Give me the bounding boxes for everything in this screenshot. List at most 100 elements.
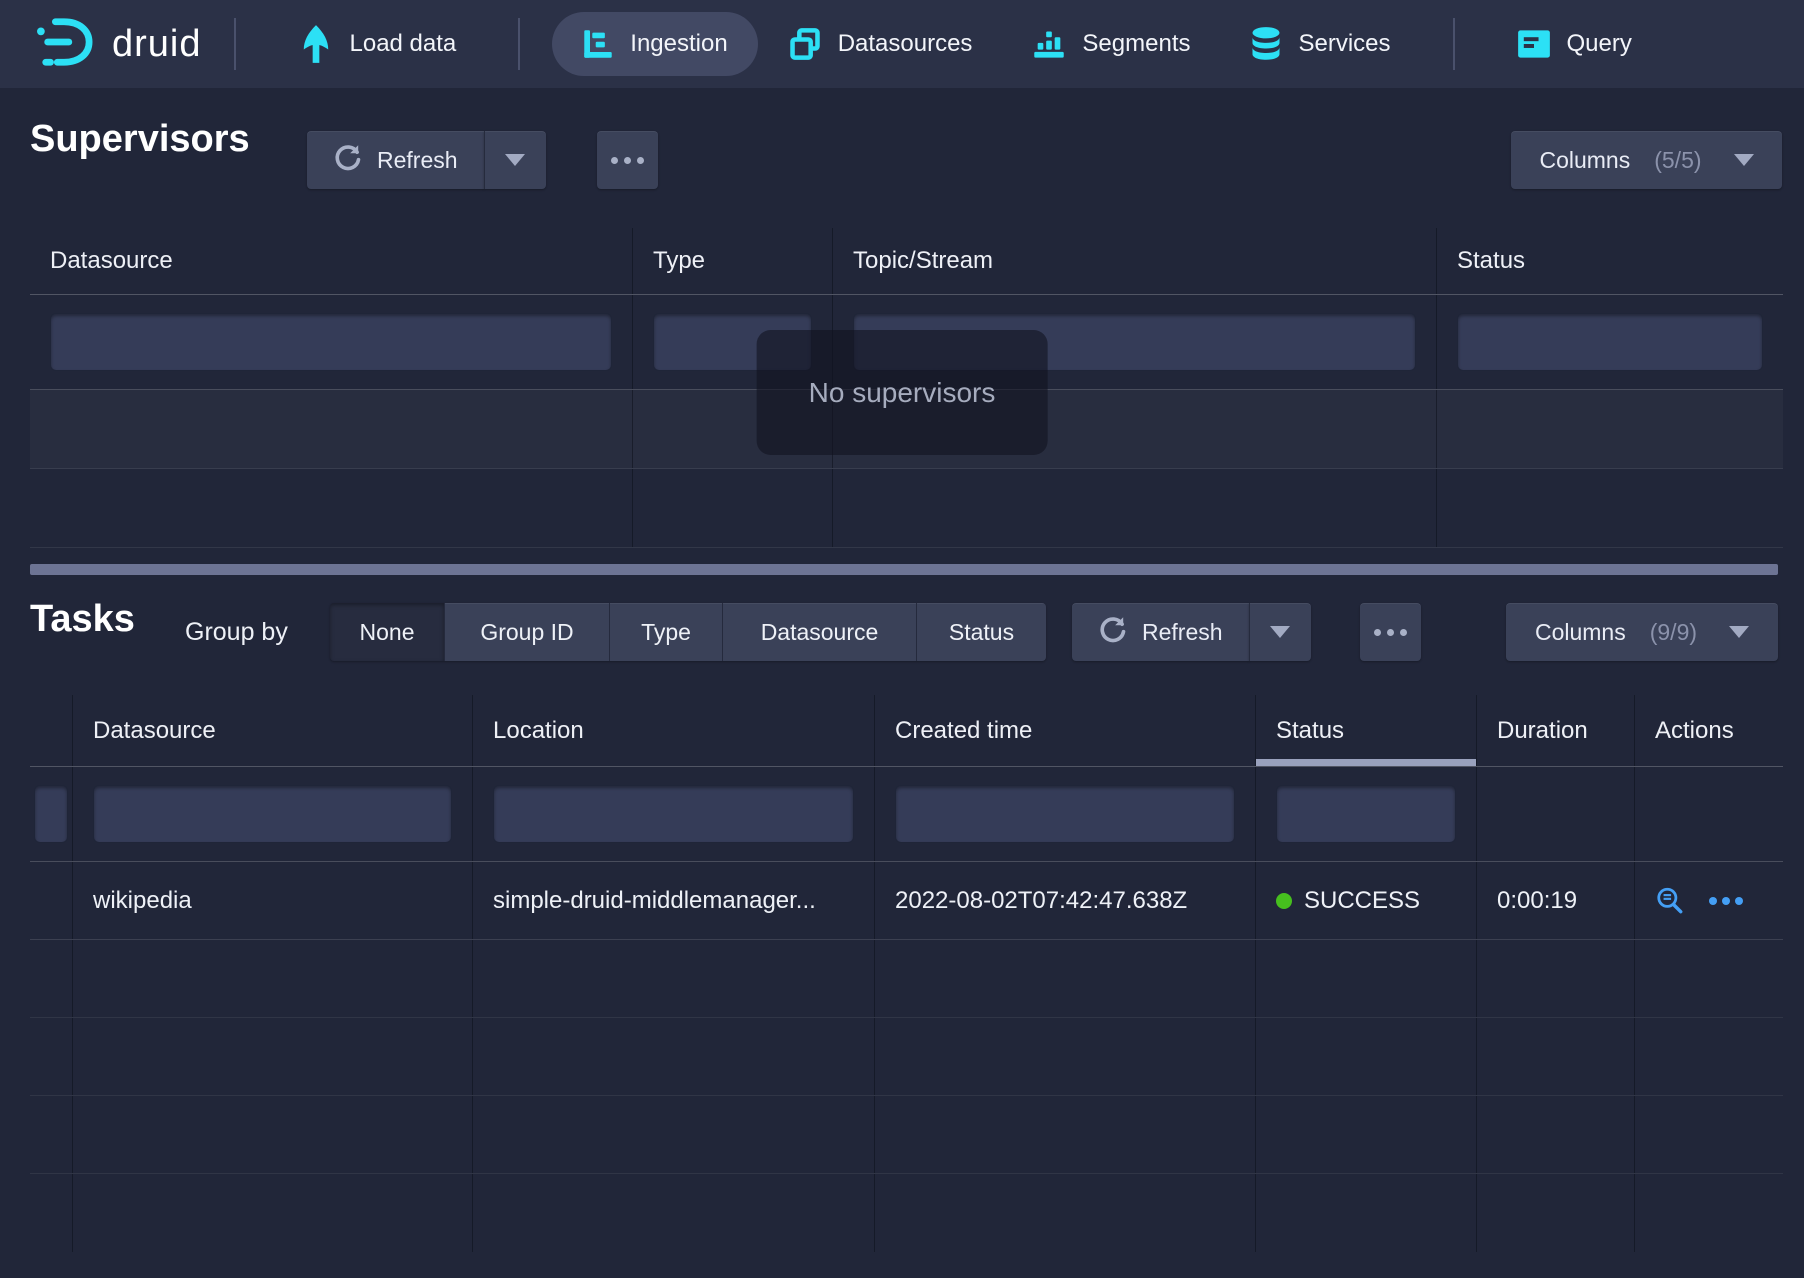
group-by-none-button[interactable]: None <box>330 603 445 661</box>
empty-row <box>30 1096 1783 1174</box>
gantt-chart-icon <box>582 28 614 60</box>
view-details-button[interactable] <box>1655 886 1685 916</box>
refresh-icon <box>333 142 363 178</box>
supervisors-columns-button[interactable]: Columns (5/5) <box>1511 131 1782 189</box>
nav-item-label: Segments <box>1082 30 1190 58</box>
refresh-dropdown-button[interactable] <box>484 131 546 189</box>
task-created-time: 2022-08-02T07:42:47.638Z <box>875 862 1256 939</box>
expander-filter-input[interactable] <box>34 785 68 843</box>
supervisors-more-button[interactable] <box>597 131 658 189</box>
tasks-more-button[interactable] <box>1360 603 1421 661</box>
chevron-down-icon <box>1729 626 1749 638</box>
group-by-status-button[interactable]: Status <box>917 603 1046 661</box>
columns-count: (9/9) <box>1650 619 1697 646</box>
status-filter-input[interactable] <box>1276 785 1456 843</box>
task-actions <box>1635 862 1783 939</box>
actions-filter-cell <box>1635 767 1783 861</box>
task-location: simple-druid-middlemanager... <box>473 862 875 939</box>
tasks-table: Datasource Location Created time Status … <box>30 695 1783 1252</box>
group-by-group-id-button[interactable]: Group ID <box>445 603 610 661</box>
search-detail-icon <box>1655 886 1685 916</box>
column-header[interactable]: Status <box>1437 228 1783 294</box>
group-by-datasource-button[interactable]: Datasource <box>723 603 917 661</box>
row-more-button[interactable] <box>1709 897 1743 905</box>
status-dot-icon <box>1276 893 1292 909</box>
nav-item-datasources[interactable]: Datasources <box>758 12 1003 76</box>
status-filter-input[interactable] <box>1457 313 1763 371</box>
task-datasource: wikipedia <box>73 862 473 939</box>
column-header[interactable]: Type <box>633 228 833 294</box>
empty-row <box>30 1018 1783 1096</box>
refresh-dropdown-button[interactable] <box>1249 603 1311 661</box>
columns-label: Columns <box>1535 619 1626 646</box>
column-header[interactable]: Duration <box>1477 695 1635 766</box>
more-icon <box>611 157 644 164</box>
layers-icon <box>788 27 822 61</box>
empty-row <box>30 940 1783 1018</box>
database-icon <box>1250 26 1282 62</box>
upload-icon <box>298 24 334 64</box>
datasource-filter-input[interactable] <box>93 785 452 843</box>
no-supervisors-message: No supervisors <box>757 330 1048 455</box>
tasks-refresh-split-button: Refresh <box>1072 603 1311 661</box>
nav-divider <box>234 18 236 70</box>
columns-count: (5/5) <box>1654 147 1701 174</box>
tasks-columns-button[interactable]: Columns (9/9) <box>1506 603 1778 661</box>
datasource-filter-input[interactable] <box>50 313 612 371</box>
column-header-sorted[interactable]: Status <box>1256 695 1477 766</box>
tasks-title: Tasks <box>30 598 135 641</box>
created-time-filter-input[interactable] <box>895 785 1235 843</box>
nav-item-segments[interactable]: Segments <box>1002 12 1220 76</box>
nav-item-label: Ingestion <box>630 30 727 58</box>
columns-label: Columns <box>1539 147 1630 174</box>
supervisors-refresh-split-button: Refresh <box>307 131 546 189</box>
task-status: SUCCESS <box>1256 862 1477 939</box>
duration-filter-cell <box>1477 767 1635 861</box>
refresh-label: Refresh <box>377 147 458 174</box>
column-header[interactable]: Created time <box>875 695 1256 766</box>
nav-item-label: Services <box>1298 30 1390 58</box>
top-nav: druid Load data Ingestion <box>0 0 1804 88</box>
nav-item-query[interactable]: Query <box>1487 12 1662 76</box>
empty-row <box>30 1174 1783 1252</box>
nav-divider <box>1453 18 1455 70</box>
horizontal-scrollbar[interactable] <box>30 564 1778 575</box>
sort-indicator <box>1256 759 1476 766</box>
expander-column-header <box>30 695 73 766</box>
druid-console: druid Load data Ingestion <box>0 0 1804 1278</box>
nav-item-label: Datasources <box>838 30 973 58</box>
empty-row <box>30 469 1783 548</box>
refresh-button[interactable]: Refresh <box>1072 603 1249 661</box>
task-duration: 0:00:19 <box>1477 862 1635 939</box>
druid-logo-icon <box>34 15 96 74</box>
more-icon <box>1374 629 1407 636</box>
supervisors-title: Supervisors <box>30 118 250 161</box>
group-by-label: Group by <box>185 618 288 647</box>
chevron-down-icon <box>1270 626 1290 638</box>
location-filter-input[interactable] <box>493 785 854 843</box>
column-header[interactable]: Location <box>473 695 875 766</box>
supervisors-header-row: Datasource Type Topic/Stream Status <box>30 228 1783 295</box>
refresh-icon <box>1098 614 1128 650</box>
refresh-label: Refresh <box>1142 619 1223 646</box>
bar-chart-icon <box>1032 27 1066 61</box>
column-header[interactable]: Datasource <box>73 695 473 766</box>
column-header[interactable]: Datasource <box>30 228 633 294</box>
group-by-type-button[interactable]: Type <box>610 603 723 661</box>
group-by-button-group: None Group ID Type Datasource Status <box>330 603 1046 661</box>
nav-item-services[interactable]: Services <box>1220 12 1420 76</box>
tasks-filter-row <box>30 767 1783 862</box>
brand-name: druid <box>112 23 202 66</box>
nav-item-load-data[interactable]: Load data <box>268 12 487 76</box>
nav-item-ingestion[interactable]: Ingestion <box>552 12 757 76</box>
refresh-button[interactable]: Refresh <box>307 131 484 189</box>
column-header[interactable]: Topic/Stream <box>833 228 1437 294</box>
druid-brand[interactable]: druid <box>34 15 202 74</box>
nav-divider <box>518 18 520 70</box>
chevron-down-icon <box>1734 154 1754 166</box>
console-icon <box>1517 29 1551 59</box>
column-header[interactable]: Actions <box>1635 695 1783 766</box>
tasks-header-row: Datasource Location Created time Status … <box>30 695 1783 767</box>
chevron-down-icon <box>505 154 525 166</box>
task-row[interactable]: wikipedia simple-druid-middlemanager... … <box>30 862 1783 940</box>
